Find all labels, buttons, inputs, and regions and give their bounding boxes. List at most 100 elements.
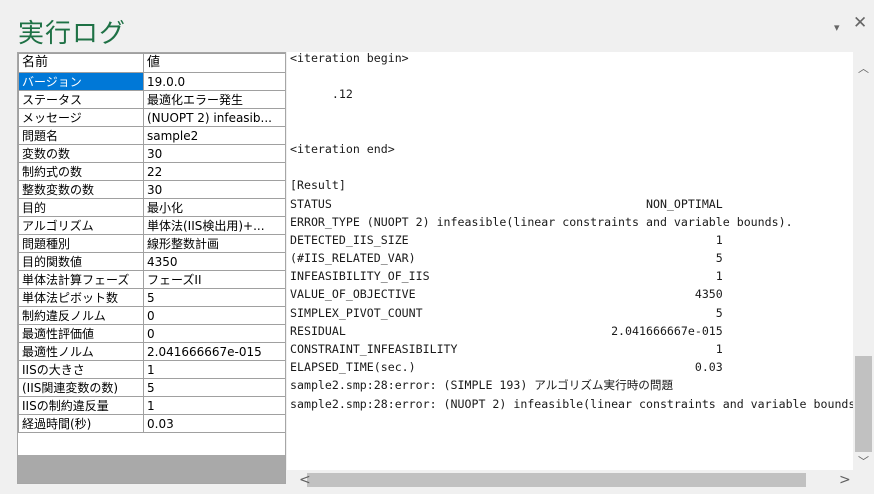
property-row[interactable]: 最適性ノルム 2.041666667e-015 bbox=[18, 342, 285, 361]
property-name[interactable]: 最適性ノルム bbox=[18, 342, 144, 361]
property-row[interactable]: メッセージ (NUOPT 2) infeasib... bbox=[18, 108, 285, 127]
property-value[interactable]: 0 bbox=[143, 306, 285, 325]
log-line: RESIDUAL 2.041666667e-015 bbox=[290, 323, 723, 338]
property-row[interactable]: 目的関数値 4350 bbox=[18, 252, 285, 271]
property-name[interactable]: 制約式の数 bbox=[18, 162, 144, 181]
property-row[interactable]: 目的 最小化 bbox=[18, 198, 285, 217]
property-value[interactable]: 単体法(IIS検出用)+... bbox=[143, 216, 285, 235]
property-value[interactable]: 5 bbox=[143, 378, 285, 397]
property-value[interactable]: 30 bbox=[143, 144, 285, 163]
property-header-row: 名前 値 bbox=[18, 53, 285, 73]
log-line: sample2.smp:28:error: (SIMPLE 193) アルゴリズ… bbox=[290, 378, 674, 393]
property-name[interactable]: メッセージ bbox=[18, 108, 144, 127]
log-line: <iteration begin> bbox=[290, 52, 409, 65]
property-row[interactable]: 問題名 sample2 bbox=[18, 126, 285, 145]
log-line: ELAPSED_TIME(sec.) 0.03 bbox=[290, 360, 723, 375]
property-name[interactable]: IISの制約違反量 bbox=[18, 396, 144, 415]
log-line: .12 bbox=[290, 87, 353, 102]
property-name[interactable]: 整数変数の数 bbox=[18, 180, 144, 199]
scrollbar-corner bbox=[853, 470, 874, 490]
log-line: INFEASIBILITY_OF_IIS 1 bbox=[290, 269, 723, 284]
scroll-up-icon[interactable]: ︿ bbox=[858, 60, 869, 76]
scroll-down-icon[interactable]: ﹀ bbox=[858, 453, 869, 469]
vertical-scrollbar[interactable]: ︿ ﹀ bbox=[853, 52, 874, 470]
property-name[interactable]: 最適性評価値 bbox=[18, 324, 144, 343]
property-value[interactable]: 19.0.0 bbox=[143, 72, 285, 91]
property-row[interactable]: 単体法ピボット数 5 bbox=[18, 288, 285, 307]
property-value[interactable]: 1 bbox=[143, 360, 285, 379]
log-panel[interactable]: <iteration begin> .12 <iteration end> [Res… bbox=[287, 52, 853, 470]
property-name[interactable]: 問題名 bbox=[18, 126, 144, 145]
property-value[interactable]: 4350 bbox=[143, 252, 285, 271]
property-name[interactable]: IISの大きさ bbox=[18, 360, 144, 379]
log-line: ERROR_TYPE (NUOPT 2) infeasible(linear c… bbox=[290, 214, 793, 229]
property-name[interactable]: 単体法計算フェーズ bbox=[18, 270, 144, 289]
property-row[interactable]: ステータス 最適化エラー発生 bbox=[18, 90, 285, 109]
window-header: 実行ログ ▾ ✕ bbox=[0, 0, 874, 52]
property-name[interactable]: 目的 bbox=[18, 198, 144, 217]
property-name[interactable]: バージョン bbox=[18, 72, 144, 91]
log-line: VALUE_OF_OBJECTIVE 4350 bbox=[290, 287, 723, 302]
log-line: sample2.smp:28:error: (NUOPT 2) infeasib… bbox=[290, 396, 853, 411]
property-name[interactable]: 制約違反ノルム bbox=[18, 306, 144, 325]
log-line: (#IIS_RELATED_VAR) 5 bbox=[290, 251, 723, 266]
property-row[interactable]: 最適性評価値 0 bbox=[18, 324, 285, 343]
log-text: <iteration begin> .12 <iteration end> [Res… bbox=[290, 52, 853, 413]
vertical-scroll-thumb[interactable] bbox=[855, 356, 872, 452]
name-column-header[interactable]: 名前 bbox=[18, 53, 144, 73]
property-name[interactable]: 問題種別 bbox=[18, 234, 144, 253]
property-row[interactable]: 制約式の数 22 bbox=[18, 162, 285, 181]
property-row[interactable]: IISの制約違反量 1 bbox=[18, 396, 285, 415]
property-value[interactable]: (NUOPT 2) infeasib... bbox=[143, 108, 285, 127]
property-row[interactable]: IISの大きさ 1 bbox=[18, 360, 285, 379]
property-name[interactable]: 単体法ピボット数 bbox=[18, 288, 144, 307]
value-column-header[interactable]: 値 bbox=[143, 53, 285, 73]
property-row[interactable]: アルゴリズム 単体法(IIS検出用)+... bbox=[18, 216, 285, 235]
property-grid-empty-area bbox=[18, 455, 285, 483]
property-value[interactable]: sample2 bbox=[143, 126, 285, 145]
property-name[interactable]: (IIS関連変数の数) bbox=[18, 378, 144, 397]
property-row[interactable]: (IIS関連変数の数) 5 bbox=[18, 378, 285, 397]
property-value[interactable]: 0 bbox=[143, 324, 285, 343]
property-value[interactable]: 1 bbox=[143, 396, 285, 415]
property-value[interactable]: 0.03 bbox=[143, 414, 285, 433]
dropdown-icon[interactable]: ▾ bbox=[834, 21, 840, 35]
horizontal-scroll-thumb[interactable] bbox=[307, 473, 806, 487]
window-title: 実行ログ bbox=[18, 19, 127, 49]
property-name[interactable]: 経過時間(秒) bbox=[18, 414, 144, 433]
log-line: DETECTED_IIS_SIZE 1 bbox=[290, 232, 723, 247]
property-row[interactable]: 整数変数の数 30 bbox=[18, 180, 285, 199]
property-row[interactable]: 単体法計算フェーズ フェーズII bbox=[18, 270, 285, 289]
property-name[interactable]: アルゴリズム bbox=[18, 216, 144, 235]
log-line: STATUS NON_OPTIMAL bbox=[290, 196, 723, 211]
horizontal-scrollbar[interactable]: < > bbox=[287, 470, 853, 490]
property-value[interactable]: 5 bbox=[143, 288, 285, 307]
property-row[interactable]: 制約違反ノルム 0 bbox=[18, 306, 285, 325]
property-name[interactable]: 目的関数値 bbox=[18, 252, 144, 271]
log-line: SIMPLEX_PIVOT_COUNT 5 bbox=[290, 305, 723, 320]
property-value[interactable]: 最小化 bbox=[143, 198, 285, 217]
property-table: 名前 値 バージョン 19.0.0 ステータス 最適化エラー発生 メッセージ (NUOPT… bbox=[18, 53, 285, 433]
property-row[interactable]: 問題種別 線形整数計画 bbox=[18, 234, 285, 253]
property-value[interactable]: フェーズII bbox=[143, 270, 285, 289]
scroll-left-icon[interactable]: < bbox=[299, 472, 311, 488]
log-line: [Result] bbox=[290, 178, 346, 193]
property-row[interactable]: 経過時間(秒) 0.03 bbox=[18, 414, 285, 433]
close-icon[interactable]: ✕ bbox=[853, 15, 867, 32]
property-row[interactable]: 変数の数 30 bbox=[18, 144, 285, 163]
log-line: <iteration end> bbox=[290, 141, 395, 156]
property-value[interactable]: 22 bbox=[143, 162, 285, 181]
scroll-right-icon[interactable]: > bbox=[839, 472, 851, 488]
property-value[interactable]: 2.041666667e-015 bbox=[143, 342, 285, 361]
property-name[interactable]: 変数の数 bbox=[18, 144, 144, 163]
property-row[interactable]: バージョン 19.0.0 bbox=[18, 72, 285, 91]
property-value[interactable]: 30 bbox=[143, 180, 285, 199]
property-value[interactable]: 線形整数計画 bbox=[143, 234, 285, 253]
property-name[interactable]: ステータス bbox=[18, 90, 144, 109]
property-grid: 名前 値 バージョン 19.0.0 ステータス 最適化エラー発生 メッセージ (NUOPT… bbox=[17, 52, 286, 484]
log-line: CONSTRAINT_INFEASIBILITY 1 bbox=[290, 342, 723, 356]
property-value[interactable]: 最適化エラー発生 bbox=[143, 90, 285, 109]
